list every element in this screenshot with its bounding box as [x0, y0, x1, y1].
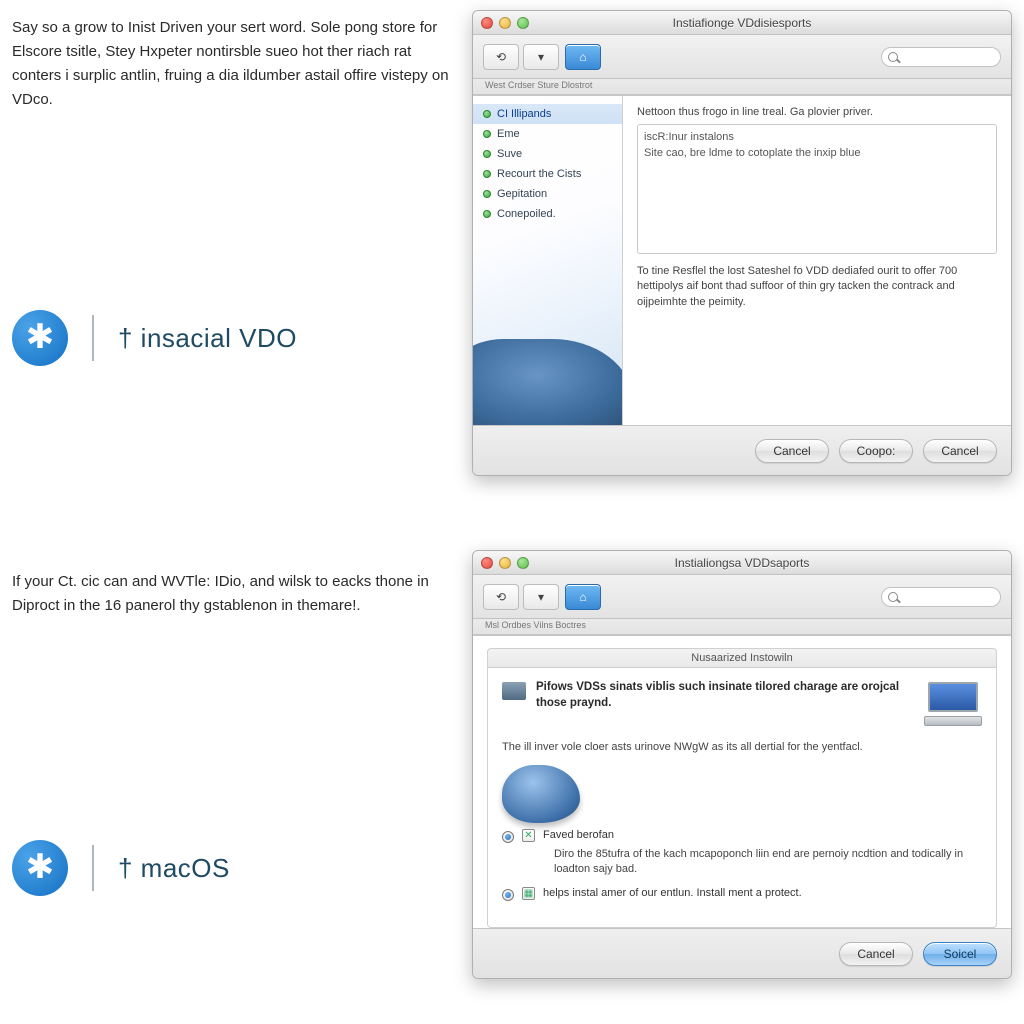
- bullet-icon: [483, 190, 491, 198]
- search-input[interactable]: [881, 47, 1001, 67]
- radio-icon[interactable]: [502, 831, 514, 843]
- step-label: Eme: [497, 128, 520, 140]
- description-text: The ill inver vole cloer asts urinove NW…: [502, 740, 982, 755]
- step-label: Suve: [497, 148, 522, 160]
- logo-macos: † macOS: [118, 853, 230, 884]
- window-title: Instialiongsa VDDsaports: [473, 556, 1011, 570]
- toolbar-back-button[interactable]: ⟲: [483, 44, 519, 70]
- toolbar-fwd-button[interactable]: ▾: [523, 44, 559, 70]
- checkbox-icon[interactable]: ✕: [522, 829, 535, 842]
- window-title: Instiafionge VDdisiesports: [473, 16, 1011, 30]
- close-icon[interactable]: [481, 17, 493, 29]
- list-item: Site cao, bre ldme to cotoplate the inxi…: [644, 145, 990, 161]
- back-button[interactable]: Cancel: [755, 439, 829, 463]
- section-heading: Nusaarized Instowiln: [487, 648, 997, 668]
- installer-window-1: Instiafionge VDdisiesports ⟲ ▾ ⌂ West Cr…: [472, 10, 1012, 476]
- hint-text: Nettoon thus frogo in line treal. Ga plo…: [637, 106, 997, 118]
- bullet-icon: [483, 170, 491, 178]
- car-graphic: [473, 339, 623, 425]
- package-icon: [502, 682, 526, 700]
- separator: [92, 845, 94, 891]
- toolbar-back-button[interactable]: ⟲: [483, 584, 519, 610]
- steps-sidebar: CI Illipands Eme Suve Recourt the Cists …: [473, 96, 623, 425]
- option-label: helps instal amer of our entlun. Install…: [543, 887, 802, 899]
- option-label: Faved berofan: [543, 829, 614, 841]
- bullet-icon: [483, 210, 491, 218]
- cancel-button[interactable]: Cancel: [923, 439, 997, 463]
- footnote-text: To tine Resflel the lost Sateshel fo VDD…: [637, 264, 997, 310]
- titlebar[interactable]: Instialiongsa VDDsaports: [473, 551, 1011, 575]
- radio-icon[interactable]: [502, 889, 514, 901]
- installer-window-2: Instialiongsa VDDsaports ⟲ ▾ ⌂ Msl Ordbe…: [472, 550, 1012, 979]
- option-subtext: Diro the 85tufra of the kach mcapoponch …: [554, 847, 982, 877]
- titlebar[interactable]: Instiafionge VDdisiesports: [473, 11, 1011, 35]
- asterisk-icon: [12, 840, 68, 896]
- footer: Cancel Soicel: [473, 928, 1011, 978]
- cancel-button[interactable]: Cancel: [839, 942, 913, 966]
- zoom-icon[interactable]: [517, 557, 529, 569]
- footer: Cancel Coopo: Cancel: [473, 425, 1011, 475]
- continue-button[interactable]: Coopo:: [839, 439, 913, 463]
- ok-button[interactable]: Soicel: [923, 942, 997, 966]
- toolbar-app-icon[interactable]: ⌂: [565, 584, 601, 610]
- toolbar-labels: Msl Ordbes Vilns Boctres: [473, 619, 1011, 635]
- toolbar: ⟲ ▾ ⌂: [473, 575, 1011, 619]
- intro-paragraph-1: Say so a grow to Inist Driven your sert …: [12, 16, 452, 112]
- bullet-icon: [483, 110, 491, 118]
- step-item[interactable]: Suve: [473, 144, 622, 164]
- section-body: Pifows VDSs sinats viblis such insinate …: [487, 668, 997, 928]
- minimize-icon[interactable]: [499, 557, 511, 569]
- step-item[interactable]: CI Illipands: [473, 104, 622, 124]
- zoom-icon[interactable]: [517, 17, 529, 29]
- asterisk-icon: [12, 310, 68, 366]
- step-item[interactable]: Gepitation: [473, 184, 622, 204]
- step-item[interactable]: Conepoiled.: [473, 204, 622, 224]
- step-label: Gepitation: [497, 188, 547, 200]
- logo-insacial-vdo: † insacial VDO: [118, 323, 297, 354]
- device-icon: [502, 765, 580, 823]
- checkbox-icon[interactable]: ▦: [522, 887, 535, 900]
- content-pane: Nettoon thus frogo in line treal. Ga plo…: [623, 96, 1011, 425]
- toolbar-fwd-button[interactable]: ▾: [523, 584, 559, 610]
- step-label: Conepoiled.: [497, 208, 556, 220]
- bullet-icon: [483, 150, 491, 158]
- bullet-icon: [483, 130, 491, 138]
- step-label: CI Illipands: [497, 108, 551, 120]
- option-row-1[interactable]: ✕ Faved berofan: [502, 829, 982, 843]
- search-input[interactable]: [881, 587, 1001, 607]
- toolbar-app-icon[interactable]: ⌂: [565, 44, 601, 70]
- separator: [92, 315, 94, 361]
- close-icon[interactable]: [481, 557, 493, 569]
- intro-paragraph-2: If your Ct. cic can and WVTle: IDio, and…: [12, 570, 452, 618]
- minimize-icon[interactable]: [499, 17, 511, 29]
- monitor-icon: [924, 680, 982, 726]
- list-item: iscR:Inur instalons: [644, 129, 990, 145]
- toolbar: ⟲ ▾ ⌂: [473, 35, 1011, 79]
- toolbar-labels: West Crdser Sture Dlostrot: [473, 79, 1011, 95]
- option-row-2[interactable]: ▦ helps instal amer of our entlun. Insta…: [502, 887, 982, 901]
- alert-text: Pifows VDSs sinats viblis such insinate …: [536, 680, 914, 711]
- step-label: Recourt the Cists: [497, 168, 581, 180]
- info-listbox[interactable]: iscR:Inur instalons Site cao, bre ldme t…: [637, 124, 997, 254]
- step-item[interactable]: Recourt the Cists: [473, 164, 622, 184]
- step-item[interactable]: Eme: [473, 124, 622, 144]
